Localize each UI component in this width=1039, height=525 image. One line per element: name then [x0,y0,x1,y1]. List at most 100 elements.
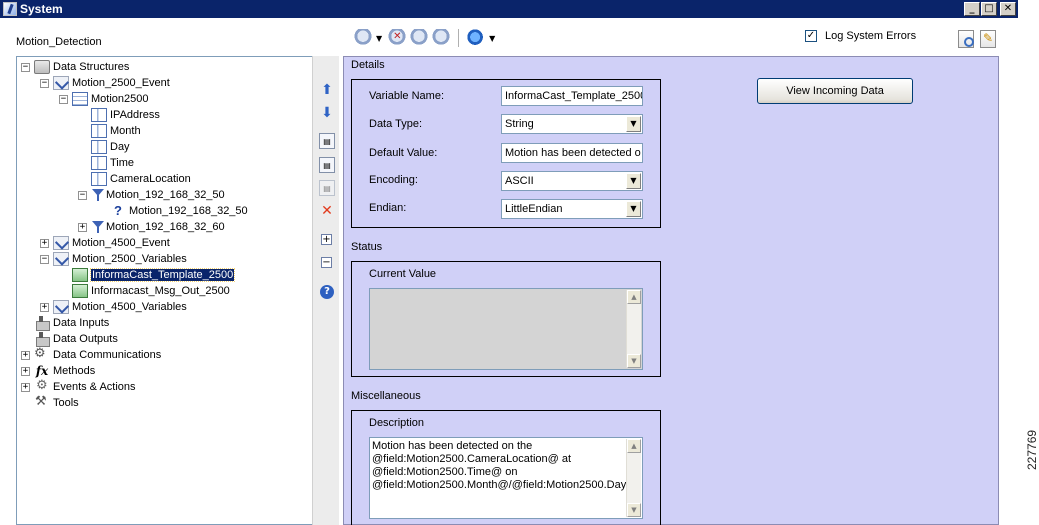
data-type-select[interactable]: String ▼ [501,114,643,134]
tree-item-label: Tools [53,397,79,409]
status-group-label: Status [351,241,383,253]
data-outputs-icon [34,332,50,347]
database-sync-icon[interactable] [432,29,451,47]
globe-icon[interactable] [467,29,486,47]
chevron-down-icon[interactable]: ▼ [376,34,382,43]
collapse-icon[interactable]: − [21,62,30,72]
misc-group-label: Miscellaneous [351,390,421,402]
navigation-tree[interactable]: − Data Structures − Motion_2500_Event − Motio… [16,56,337,525]
expand-all-icon[interactable]: + [321,234,332,245]
encoding-select[interactable]: ASCII ▼ [501,171,643,191]
tree-item-label: Day [110,141,130,153]
collapse-icon[interactable]: − [59,94,68,104]
figure-id: 227769 [1025,429,1039,470]
expand-icon[interactable]: + [78,222,87,232]
scroll-up-icon[interactable]: ▲ [627,439,641,453]
close-button[interactable]: ✕ [1000,2,1016,16]
tree-item[interactable]: − Data Structures [21,59,129,75]
collapse-icon[interactable]: − [78,190,87,200]
tree-item-label: Motion2500 [91,93,149,105]
tree-item[interactable]: + Motion_192_168_32_60 [78,219,225,235]
tree-item[interactable]: + Events & Actions [21,378,136,395]
tree-item[interactable]: − Motion_2500_Event [40,75,170,91]
chevron-down-icon[interactable]: ▼ [626,201,641,217]
chevron-down-icon[interactable]: ▼ [489,34,495,43]
tree-item-label: CameraLocation [110,173,191,185]
description-scrollbar[interactable]: ▲ ▼ [626,439,641,517]
tree-item[interactable]: Data Outputs [21,331,118,347]
tree-item[interactable]: Tools [21,394,79,411]
endian-label: Endian: [369,202,407,214]
header-right-icons [958,30,996,48]
encoding-label: Encoding: [369,174,418,186]
tree-item[interactable]: Data Inputs [21,315,109,331]
tree-item[interactable]: Day [78,139,130,155]
expand-icon[interactable]: + [21,366,30,376]
window-titlebar[interactable]: System _ □ ✕ [0,0,1018,18]
endian-select[interactable]: LittleEndian ▼ [501,199,643,219]
tree-item[interactable]: Time [78,155,134,171]
expand-icon[interactable]: + [40,238,49,248]
collapse-icon[interactable]: − [40,78,49,88]
tree-item[interactable]: + Motion_4500_Event [40,235,170,251]
tree-item-label: Data Inputs [53,317,110,329]
current-value-scrollbar[interactable]: ▲ ▼ [626,290,641,368]
scroll-down-icon[interactable]: ▼ [627,503,641,517]
question-icon: ? [114,203,122,218]
database-add-icon[interactable] [354,29,372,47]
field-icon [91,108,107,122]
minimize-button[interactable]: _ [964,2,980,16]
scroll-up-icon[interactable]: ▲ [627,290,641,304]
collapse-icon[interactable]: − [40,254,49,264]
variable-name-field[interactable]: InformaCast_Template_2500 [501,86,643,106]
chevron-down-icon[interactable]: ▼ [626,173,641,189]
tree-item[interactable]: Month [78,123,141,139]
window-controls: _ □ ✕ [964,2,1016,16]
edit-document-icon[interactable] [980,30,996,48]
delete-icon[interactable]: ✕ [319,203,335,219]
default-value-field[interactable]: Motion has been detected o [501,143,643,163]
tree-item-label: Methods [53,365,96,377]
tree-item[interactable]: − Motion_2500_Variables [40,251,187,267]
move-down-icon[interactable]: ⬇ [319,105,335,121]
tree-item[interactable]: InformaCast_Template_2500 [59,267,236,283]
database-edit-icon[interactable] [410,29,429,47]
log-errors-checkbox[interactable]: ✓ [805,30,817,42]
tree-item[interactable]: − Motion2500 [59,91,149,107]
chevron-down-icon[interactable]: ▼ [626,116,641,132]
expand-icon[interactable]: + [40,302,49,312]
tree-item[interactable]: − Motion_192_168_32_50 [78,187,225,203]
cut-icon[interactable]: ▤ [319,180,335,196]
tree-section-label: Motion_Detection [16,36,102,48]
collapse-all-icon[interactable]: − [321,257,332,268]
tree-item[interactable]: + Motion_4500_Variables [40,299,187,315]
tree-item[interactable]: Informacast_Msg_Out_2500 [59,283,230,299]
toolbar-separator [458,29,460,47]
paste-icon[interactable]: ▤ [319,157,335,173]
find-icon[interactable] [958,30,974,48]
database-delete-icon[interactable] [388,29,407,47]
variable-icon [72,268,88,282]
tree-item-label: Month [110,125,141,137]
data-type-value: String [505,118,534,130]
copy-icon[interactable]: ▤ [319,133,335,149]
vertical-toolbar: ⬆ ⬇ ▤ ▤ ▤ ✕ + − ? [312,56,339,525]
tree-item[interactable]: IPAddress [78,107,160,123]
tree-item[interactable]: + Data Communications [21,346,162,363]
current-value-field[interactable]: ▲ ▼ [369,288,643,370]
help-icon[interactable]: ? [320,285,334,299]
expand-icon[interactable]: + [21,350,30,360]
expand-icon[interactable]: + [21,382,30,392]
description-field[interactable]: Motion has been detected on the @field:M… [369,437,643,519]
log-errors-option[interactable]: ✓ Log System Errors [805,30,916,42]
view-incoming-data-button[interactable]: View Incoming Data [757,78,913,104]
tree-item-label: Motion_192_168_32_50 [129,205,248,217]
tree-item[interactable]: ? Motion_192_168_32_50 [97,203,248,219]
tree-item[interactable]: + fx Methods [21,363,95,379]
tree-item-label: Data Communications [53,349,162,361]
description-label: Description [369,417,425,429]
maximize-button[interactable]: □ [981,2,997,16]
tree-item[interactable]: CameraLocation [78,171,191,187]
move-up-icon[interactable]: ⬆ [319,82,335,98]
scroll-down-icon[interactable]: ▼ [627,354,641,368]
